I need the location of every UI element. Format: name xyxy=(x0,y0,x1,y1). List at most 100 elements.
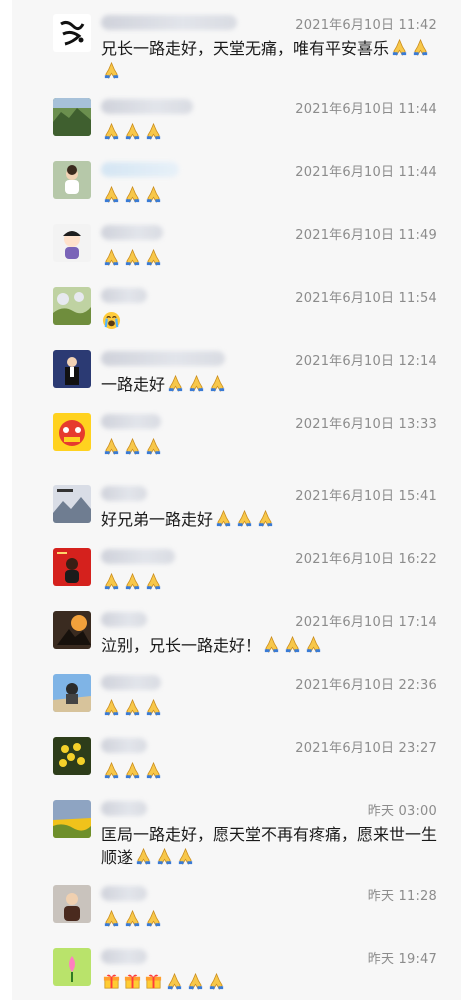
comment-time: 2021年6月10日 11:42 xyxy=(295,18,437,33)
pray-emoji-icon xyxy=(144,761,163,780)
avatar[interactable] xyxy=(53,800,91,838)
comment-text xyxy=(101,571,451,594)
comment-time: 昨天 03:00 xyxy=(367,804,437,819)
pray-emoji-icon xyxy=(102,248,121,267)
comment-text-content: 好兄弟一路走好 xyxy=(101,510,214,529)
pray-emoji-icon xyxy=(123,698,142,717)
comment-text xyxy=(101,121,451,144)
pray-emoji-icon xyxy=(123,761,142,780)
comment-text-content: 一路走好 xyxy=(101,375,166,394)
comment-time: 2021年6月10日 11:54 xyxy=(295,291,437,306)
blurred-username xyxy=(101,949,147,964)
comment-text: 匡局一路走好，愿天堂不再有疼痛，愿来世一生顺遂 xyxy=(101,823,451,869)
pray-emoji-icon xyxy=(235,509,254,528)
pray-emoji-icon xyxy=(187,374,206,393)
blurred-username xyxy=(101,549,175,564)
avatar[interactable] xyxy=(53,413,91,451)
pray-emoji-icon xyxy=(144,572,163,591)
pray-emoji-icon xyxy=(102,572,121,591)
pray-emoji-icon xyxy=(144,248,163,267)
pray-emoji-icon xyxy=(123,572,142,591)
pray-emoji-icon xyxy=(144,122,163,141)
pray-emoji-icon xyxy=(102,698,121,717)
pray-emoji-icon xyxy=(102,122,121,141)
avatar[interactable] xyxy=(53,224,91,262)
comment-text: 一路走好 xyxy=(101,373,451,396)
blurred-username xyxy=(101,351,225,366)
pray-emoji-icon xyxy=(134,847,153,866)
avatar[interactable] xyxy=(53,14,91,52)
comment-text xyxy=(101,310,451,333)
avatar[interactable] xyxy=(53,948,91,986)
comments-panel: 2021年6月10日 11:42 兄长一路走好，天堂无痛，唯有平安喜乐 2021… xyxy=(12,0,461,1000)
comment-time: 2021年6月10日 11:44 xyxy=(295,165,437,180)
pray-emoji-icon xyxy=(102,909,121,928)
pray-emoji-icon xyxy=(123,185,142,204)
avatar[interactable] xyxy=(53,885,91,923)
pray-emoji-icon xyxy=(102,185,121,204)
comment-time: 2021年6月10日 16:22 xyxy=(295,552,437,567)
pray-emoji-icon xyxy=(123,248,142,267)
pray-emoji-icon xyxy=(144,698,163,717)
avatar[interactable] xyxy=(53,548,91,586)
comment-time: 2021年6月10日 13:33 xyxy=(295,417,437,432)
comment-text-content: 兄长一路走好，天堂无痛，唯有平安喜乐 xyxy=(101,39,390,58)
pray-emoji-icon xyxy=(166,374,185,393)
pray-emoji-icon xyxy=(411,38,430,57)
pray-emoji-icon xyxy=(256,509,275,528)
comment-text xyxy=(101,908,451,931)
pray-emoji-icon xyxy=(155,847,174,866)
comment-time: 昨天 11:28 xyxy=(367,889,437,904)
blurred-username xyxy=(101,15,237,30)
pray-emoji-icon xyxy=(390,38,409,57)
pray-emoji-icon xyxy=(283,635,302,654)
comment-time: 2021年6月10日 15:41 xyxy=(295,489,437,504)
pray-emoji-icon xyxy=(186,972,205,991)
gift-emoji-icon xyxy=(123,972,142,991)
avatar[interactable] xyxy=(53,98,91,136)
pray-emoji-icon xyxy=(144,909,163,928)
comment-text: 兄长一路走好，天堂无痛，唯有平安喜乐 xyxy=(101,37,451,83)
pray-emoji-icon xyxy=(304,635,323,654)
comment-time: 2021年6月10日 11:44 xyxy=(295,102,437,117)
comment-text xyxy=(101,760,451,783)
comment-time: 2021年6月10日 22:36 xyxy=(295,678,437,693)
comment-text xyxy=(101,436,451,459)
avatar[interactable] xyxy=(53,287,91,325)
avatar[interactable] xyxy=(53,161,91,199)
avatar[interactable] xyxy=(53,737,91,775)
blurred-username xyxy=(101,486,147,501)
pray-emoji-icon xyxy=(102,437,121,456)
pray-emoji-icon xyxy=(144,437,163,456)
pray-emoji-icon xyxy=(207,972,226,991)
pray-emoji-icon xyxy=(262,635,281,654)
pray-emoji-icon xyxy=(123,122,142,141)
avatar[interactable] xyxy=(53,674,91,712)
comment-screen: 2021年6月10日 11:42 兄长一路走好，天堂无痛，唯有平安喜乐 2021… xyxy=(0,0,473,1000)
blurred-username xyxy=(101,162,179,177)
blurred-username xyxy=(101,225,163,240)
blurred-username xyxy=(101,801,147,816)
pray-emoji-icon xyxy=(214,509,233,528)
blurred-username xyxy=(101,288,147,303)
pray-emoji-icon xyxy=(123,437,142,456)
avatar[interactable] xyxy=(53,611,91,649)
pray-emoji-icon xyxy=(208,374,227,393)
crying-face-icon xyxy=(102,311,121,330)
comment-time: 2021年6月10日 17:14 xyxy=(295,615,437,630)
comment-text xyxy=(101,247,451,270)
comment-text: 好兄弟一路走好 xyxy=(101,508,451,531)
blurred-username xyxy=(101,612,147,627)
avatar[interactable] xyxy=(53,485,91,523)
blurred-username xyxy=(101,414,161,429)
comment-time: 2021年6月10日 23:27 xyxy=(295,741,437,756)
comment-text: 泣别，兄长一路走好！ xyxy=(101,634,451,657)
comment-time: 2021年6月10日 12:14 xyxy=(295,354,437,369)
blurred-username xyxy=(101,886,147,901)
pray-emoji-icon xyxy=(176,847,195,866)
pray-emoji-icon xyxy=(144,185,163,204)
comment-time: 昨天 19:47 xyxy=(367,952,437,967)
blurred-username xyxy=(101,675,161,690)
pray-emoji-icon xyxy=(165,972,184,991)
avatar[interactable] xyxy=(53,350,91,388)
